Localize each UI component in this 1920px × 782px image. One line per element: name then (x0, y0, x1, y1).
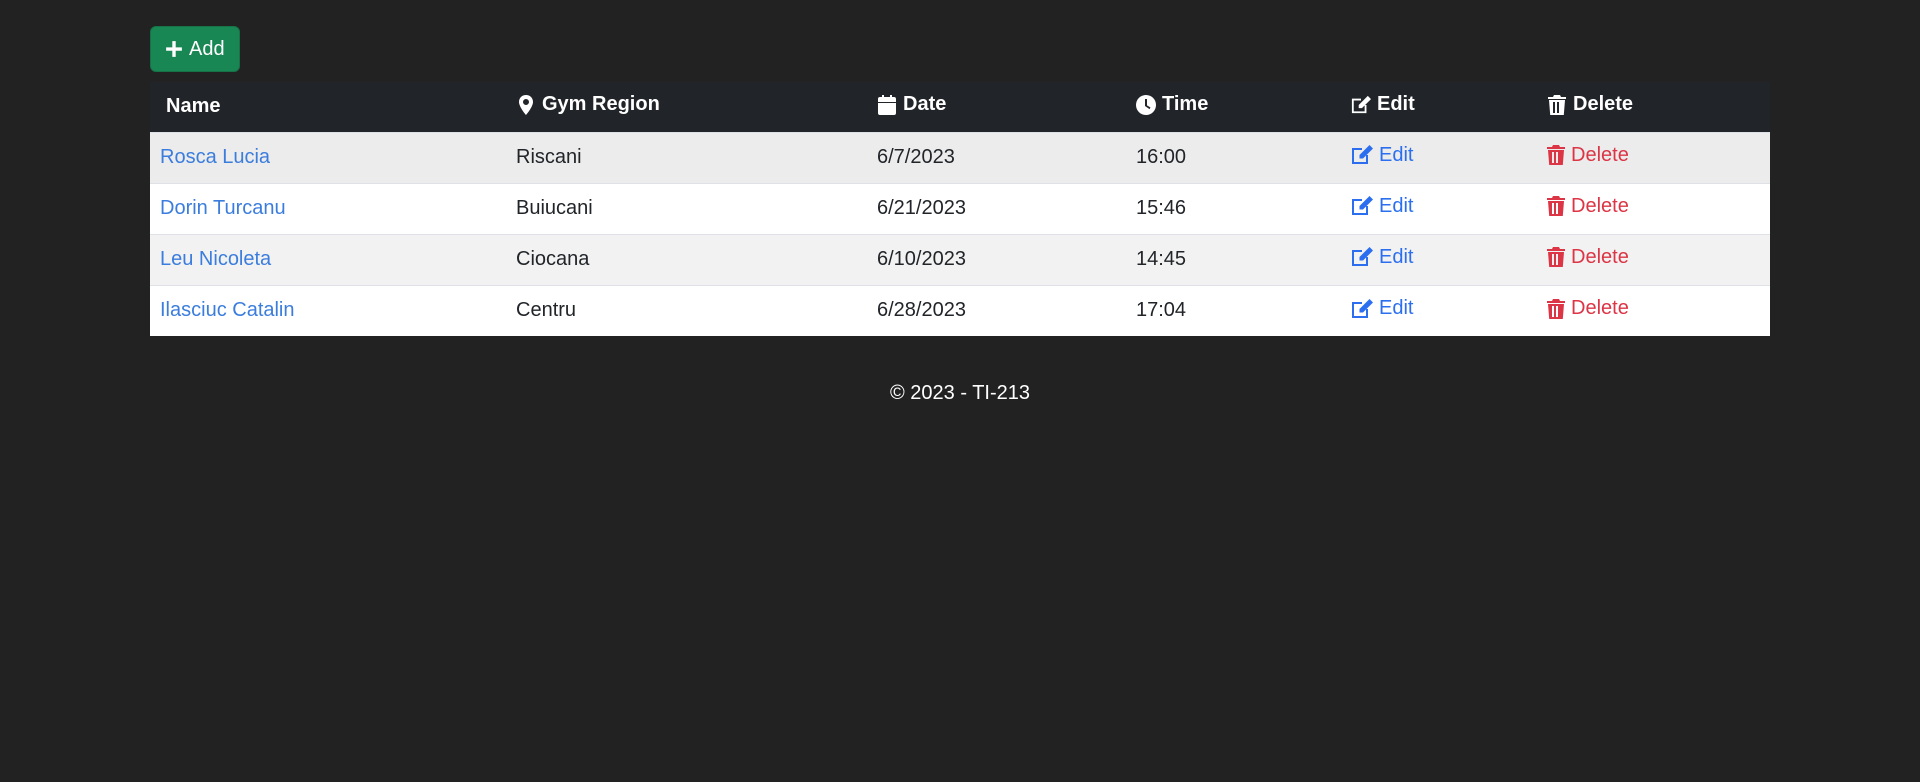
cell-name: Leu Nicoleta (150, 234, 516, 285)
edit-link-label: Edit (1379, 297, 1414, 319)
header-date-label: Date (903, 93, 947, 115)
cell-region: Ciocana (516, 248, 590, 270)
table-row: Leu Nicoleta Ciocana 6/10/2023 14:45 Edi… (150, 234, 1770, 285)
trash-icon (1547, 145, 1565, 166)
table-header: Name Gym Region Date Time Edit Delete (150, 82, 1770, 132)
cell-delete: Delete (1547, 234, 1770, 285)
edit-icon (1352, 196, 1373, 216)
header-delete: Delete (1547, 82, 1770, 132)
trash-icon (1547, 247, 1565, 268)
trash-icon (1547, 298, 1565, 319)
cell-delete: Delete (1547, 132, 1770, 183)
delete-link[interactable]: Delete (1547, 297, 1629, 320)
edit-link-label: Edit (1379, 245, 1414, 268)
header-region: Gym Region (516, 82, 877, 132)
cell-name: Dorin Turcanu (150, 183, 516, 234)
table-row: Rosca Lucia Riscani 6/7/2023 16:00 Edit … (150, 132, 1770, 183)
header-edit-label: Edit (1377, 93, 1415, 115)
cell-region: Buiucani (516, 197, 593, 219)
cell-edit: Edit (1351, 234, 1547, 285)
edit-link-label: Edit (1379, 143, 1414, 166)
name-link[interactable]: Ilasciuc Catalin (160, 299, 295, 321)
map-marker-icon (519, 94, 533, 115)
cell-date: 6/10/2023 (877, 248, 966, 270)
cell-delete: Delete (1547, 183, 1770, 234)
edit-icon (1352, 298, 1373, 318)
cell-edit: Edit (1351, 132, 1547, 183)
header-edit: Edit (1351, 82, 1547, 132)
add-button[interactable]: Add (150, 26, 240, 72)
edit-icon (1352, 247, 1373, 267)
delete-link-label: Delete (1571, 245, 1629, 268)
edit-icon (1351, 95, 1371, 113)
delete-link[interactable]: Delete (1547, 144, 1629, 167)
delete-link-label: Delete (1571, 143, 1629, 166)
footer: © 2023 - TI-213 (0, 382, 1920, 405)
appointments-table: Name Gym Region Date Time Edit Delete Ro… (150, 82, 1770, 336)
edit-link[interactable]: Edit (1351, 195, 1413, 218)
cell-region: Centru (516, 299, 577, 322)
header-time-label: Time (1162, 93, 1209, 115)
cell-region: Riscani (516, 146, 582, 168)
cell-time: 14:45 (1136, 248, 1187, 270)
cell-edit: Edit (1351, 285, 1547, 336)
name-link[interactable]: Leu Nicoleta (160, 248, 271, 270)
cell-edit: Edit (1351, 183, 1547, 234)
delete-link[interactable]: Delete (1547, 195, 1629, 218)
header-time: Time (1136, 82, 1351, 132)
header-name-label: Name (166, 95, 221, 118)
cell-time: 17:04 (1136, 299, 1187, 322)
cell-time: 16:00 (1136, 146, 1187, 168)
edit-link[interactable]: Edit (1351, 144, 1413, 167)
trash-icon (1548, 94, 1566, 115)
cell-date: 6/28/2023 (877, 299, 966, 322)
table-row: Dorin Turcanu Buiucani 6/21/2023 15:46 E… (150, 183, 1770, 234)
main-container: Add Name Gym Region Date Time Edit Delet… (150, 26, 1770, 336)
delete-link[interactable]: Delete (1547, 246, 1629, 269)
header-name: Name (150, 82, 516, 132)
cell-name: Rosca Lucia (150, 132, 516, 183)
name-link[interactable]: Rosca Lucia (160, 146, 270, 168)
table-row: Ilasciuc Catalin Centru 6/28/2023 17:04 … (150, 285, 1770, 336)
cell-delete: Delete (1547, 285, 1770, 336)
cell-date: 6/21/2023 (877, 197, 966, 219)
cell-name: Ilasciuc Catalin (150, 285, 516, 336)
name-link[interactable]: Dorin Turcanu (160, 197, 286, 219)
plus-icon (166, 41, 182, 57)
edit-link-label: Edit (1379, 194, 1414, 217)
table-body: Rosca Lucia Riscani 6/7/2023 16:00 Edit … (150, 132, 1770, 336)
clock-icon (1136, 94, 1156, 115)
trash-icon (1547, 196, 1565, 217)
cell-date: 6/7/2023 (877, 146, 955, 168)
footer-text: © 2023 - TI-213 (890, 382, 1030, 404)
calendar-icon (878, 94, 896, 115)
edit-icon (1352, 145, 1373, 165)
edit-link[interactable]: Edit (1351, 246, 1413, 269)
edit-link[interactable]: Edit (1351, 297, 1413, 320)
cell-time: 15:46 (1136, 197, 1187, 219)
delete-link-label: Delete (1571, 297, 1629, 319)
header-delete-label: Delete (1573, 93, 1634, 115)
table-header-row: Name Gym Region Date Time Edit Delete (150, 82, 1770, 132)
header-date: Date (877, 82, 1136, 132)
header-region-label: Gym Region (542, 93, 660, 115)
delete-link-label: Delete (1571, 194, 1629, 217)
add-button-label: Add (189, 37, 225, 60)
